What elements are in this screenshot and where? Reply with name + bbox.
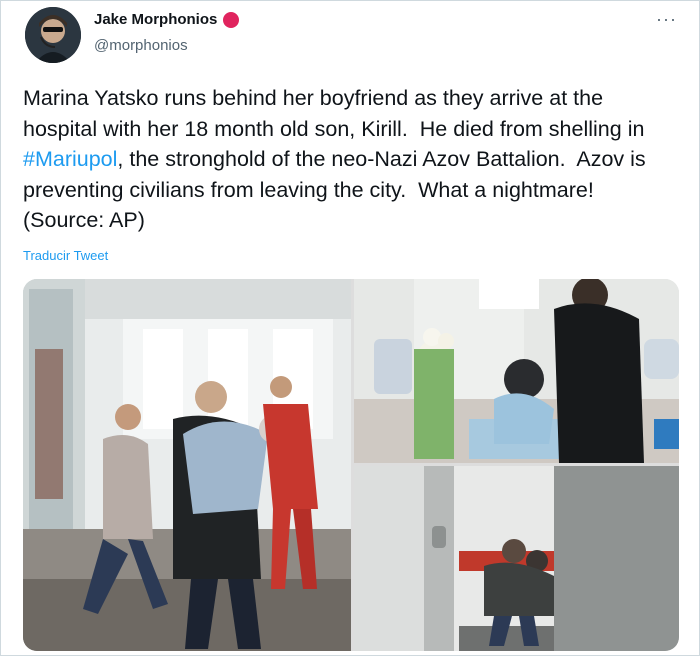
tweet-text-end: , the stronghold of the neo-Nazi Azov Ba… [23, 147, 652, 232]
author-name[interactable]: Jake Morphonios [94, 11, 217, 28]
translate-tweet-link[interactable]: Traducir Tweet [23, 248, 108, 263]
hashtag-link[interactable]: #Mariupol [23, 147, 117, 171]
tweet-card: Jake Morphonios @morphonios ··· Marina Y… [0, 0, 700, 656]
media-grid [23, 279, 679, 651]
photo-hospital-room[interactable] [354, 279, 679, 463]
more-options-icon[interactable]: ··· [656, 9, 677, 30]
avatar[interactable] [25, 7, 81, 63]
photo-hospital-entrance[interactable] [23, 279, 351, 651]
photo-corridor-mourning[interactable] [354, 466, 679, 651]
tweet-text: Marina Yatsko runs behind her boyfriend … [23, 83, 683, 236]
author-handle[interactable]: @morphonios [94, 37, 188, 54]
tweet-text-start: Marina Yatsko runs behind her boyfriend … [23, 86, 651, 141]
badge-icon [223, 11, 240, 28]
author-row: Jake Morphonios [94, 11, 240, 28]
